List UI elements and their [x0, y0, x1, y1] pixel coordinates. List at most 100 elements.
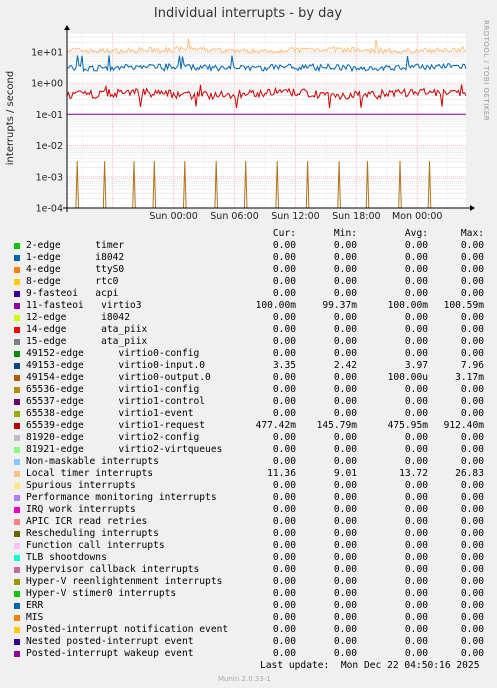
- legend-max: 3.17m: [455, 372, 484, 383]
- legend-max: 0.00: [460, 564, 484, 575]
- legend-avg: 0.00: [404, 240, 428, 251]
- legend-cur: 11.36: [267, 468, 296, 479]
- legend-min: 0.00: [333, 408, 357, 419]
- legend-avg: 0.00: [404, 336, 428, 347]
- legend-max: 0.00: [460, 528, 484, 539]
- legend-max: 0.00: [460, 288, 484, 299]
- legend-swatch: [14, 639, 20, 645]
- legend-cur: 0.00: [272, 312, 296, 323]
- legend-cur: 0.00: [272, 612, 296, 623]
- legend-row: ERR 0.00 0.00 0.00 0.00: [12, 600, 492, 612]
- legend-cur: 0.00: [272, 528, 296, 539]
- legend-row: Posted-interrupt notification event 0.00 0…: [12, 624, 492, 636]
- legend-min: 0.00: [333, 264, 357, 275]
- legend-label: 81920-edge virtio2-config: [26, 432, 200, 443]
- legend-avg: 0.00: [404, 588, 428, 599]
- legend-cur: 0.00: [272, 408, 296, 419]
- legend-label: Hyper-V reenlightenment interrupts: [26, 576, 223, 587]
- x-tick-label: Mon 00:00: [392, 211, 442, 222]
- legend-swatch: [14, 243, 20, 249]
- legend-max: 0.00: [460, 648, 484, 659]
- legend-row: Rescheduling interrupts 0.00 0.00 0.00 0.00: [12, 528, 492, 540]
- legend-row: Nested posted-interrupt event 0.00 0.00 0.0…: [12, 636, 492, 648]
- legend-max: 912.40m: [443, 420, 484, 431]
- legend-avg: 0.00: [404, 612, 428, 623]
- legend-row: 1-edge i8042 0.00 0.00 0.00 0.00: [12, 252, 492, 264]
- munin-version: Munin 2.0.33-1: [218, 675, 271, 683]
- legend-max: 26.83: [455, 468, 484, 479]
- legend-max: 0.00: [460, 384, 484, 395]
- legend-avg: 0.00: [404, 312, 428, 323]
- legend-avg: 0.00: [404, 444, 428, 455]
- legend-label: 65537-edge virtio1-control: [26, 396, 206, 407]
- legend-label: MIS: [26, 612, 44, 623]
- legend-cur: 0.00: [272, 444, 296, 455]
- legend-avg: 13.72: [399, 468, 428, 479]
- legend-avg: 0.00: [404, 276, 428, 287]
- legend-swatch: [14, 339, 20, 345]
- legend-row: 14-edge ata_piix 0.00 0.00 0.00 0.00: [12, 324, 492, 336]
- legend-row: 9-fasteoi acpi 0.00 0.00 0.00 0.00: [12, 288, 492, 300]
- legend-max: 0.00: [460, 516, 484, 527]
- legend-min: 0.00: [333, 252, 357, 263]
- legend-swatch: [14, 351, 20, 357]
- legend-header: Cur: Min: Avg: Max:: [12, 228, 492, 240]
- legend-min: 0.00: [333, 396, 357, 407]
- legend-min: 0.00: [333, 492, 357, 503]
- legend-min: 0.00: [333, 504, 357, 515]
- y-tick-labels: 1e+01 1e+00 1e-01 1e-02 1e-03 1e-04: [31, 47, 63, 214]
- legend-row: 49153-edge virtio0-input.0 3.35 2.42 3.97 7.…: [12, 360, 492, 372]
- legend-avg: 0.00: [404, 528, 428, 539]
- legend-min: 0.00: [333, 612, 357, 623]
- legend-label: 2-edge timer: [26, 240, 125, 251]
- legend-row: 65537-edge virtio1-control 0.00 0.00 0.00 0.…: [12, 396, 492, 408]
- legend-swatch: [14, 603, 20, 609]
- legend-max: 0.00: [460, 432, 484, 443]
- legend-row: 49152-edge virtio0-config 0.00 0.00 0.00 0.0…: [12, 348, 492, 360]
- legend-cur: 0.00: [272, 264, 296, 275]
- legend-label: 11-fasteoi virtio3: [26, 300, 142, 311]
- legend-swatch: [14, 591, 20, 597]
- legend-label: Non-maskable interrupts: [26, 456, 159, 467]
- legend-label: Rescheduling interrupts: [26, 528, 159, 539]
- legend-max: 0.00: [460, 600, 484, 611]
- legend-avg: 0.00: [404, 348, 428, 359]
- legend-label: 65536-edge virtio1-config: [26, 384, 200, 395]
- legend-swatch: [14, 555, 20, 561]
- legend-min: 0.00: [333, 480, 357, 491]
- legend-swatch: [14, 447, 20, 453]
- legend-label: 65539-edge virtio1-request: [26, 420, 206, 431]
- legend-min: 0.00: [333, 456, 357, 467]
- legend-avg: 0.00: [404, 540, 428, 551]
- legend-row: 8-edge rtc0 0.00 0.00 0.00 0.00: [12, 276, 492, 288]
- legend-swatch: [14, 507, 20, 513]
- legend-avg: 0.00: [404, 552, 428, 563]
- legend-row: 65539-edge virtio1-request 477.42m 145.79m…: [12, 420, 492, 432]
- legend-avg: 0.00: [404, 624, 428, 635]
- y-tick-label: 1e-03: [36, 172, 63, 183]
- legend-max: 0.00: [460, 552, 484, 563]
- legend-min: 145.79m: [316, 420, 357, 431]
- legend-label: IRQ work interrupts: [26, 504, 136, 515]
- legend-avg: 3.97: [404, 360, 428, 371]
- header-min: Min:: [333, 228, 357, 239]
- legend-row: 15-edge ata_piix 0.00 0.00 0.00 0.00: [12, 336, 492, 348]
- legend-row: Hyper-V stimer0 interrupts 0.00 0.00 0.00 0.…: [12, 588, 492, 600]
- legend-label: 9-fasteoi acpi: [26, 288, 119, 299]
- y-tick-label: 1e+01: [31, 47, 63, 58]
- legend-row: 11-fasteoi virtio3 100.00m 99.37m 100.00m 10…: [12, 300, 492, 312]
- legend-swatch: [14, 303, 20, 309]
- legend-swatch: [14, 375, 20, 381]
- legend-min: 0.00: [333, 552, 357, 563]
- legend-label: Posted-interrupt notification event: [26, 624, 229, 635]
- legend-swatch: [14, 423, 20, 429]
- legend-row: 12-edge i8042 0.00 0.00 0.00 0.00: [12, 312, 492, 324]
- legend-max: 0.00: [460, 480, 484, 491]
- legend-cur: 0.00: [272, 588, 296, 599]
- legend-swatch: [14, 651, 20, 657]
- legend-avg: 0.00: [404, 264, 428, 275]
- legend-avg: 0.00: [404, 324, 428, 335]
- legend-swatch: [14, 543, 20, 549]
- legend-max: 0.00: [460, 504, 484, 515]
- legend-swatch: [14, 459, 20, 465]
